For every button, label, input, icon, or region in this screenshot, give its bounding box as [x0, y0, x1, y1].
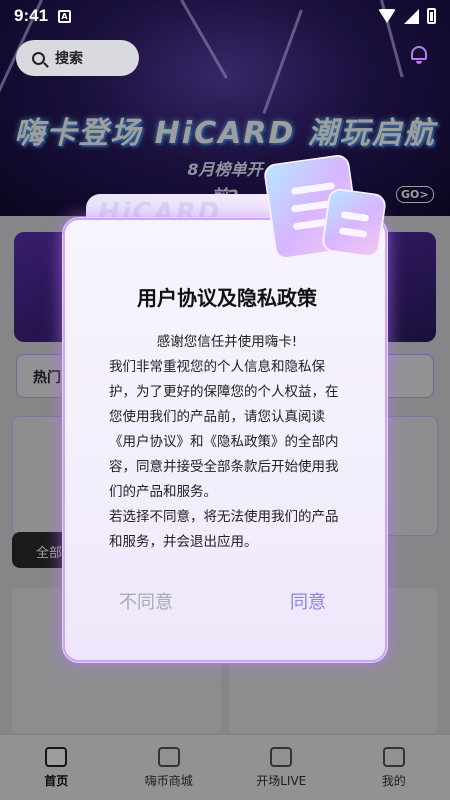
wifi-icon [378, 9, 396, 23]
search-label: 搜索 [55, 51, 83, 67]
search-button[interactable]: 搜索 [16, 40, 139, 76]
dialog-paragraph-2: 若选择不同意，将无法使用我们的产品和服务，并会退出应用。 [109, 509, 339, 550]
disagree-button[interactable]: 不同意 [65, 588, 227, 614]
dialog-paragraph-1: 我们非常重视您的个人信息和隐私保护，为了更好的保障您的个人权益，在您使用我们的产… [109, 359, 339, 500]
nfc-icon: A [58, 9, 72, 23]
privacy-dialog: 用户协议及隐私政策 感谢您信任并使用嗨卡! 我们非常重视您的个人信息和隐私保护，… [63, 218, 387, 662]
dialog-greeting: 感谢您信任并使用嗨卡! [156, 334, 298, 350]
dialog-title: 用户协议及隐私政策 [137, 286, 317, 310]
battery-icon [427, 8, 436, 24]
bell-icon[interactable] [410, 44, 428, 64]
signal-icon [404, 8, 419, 24]
document-icon [262, 153, 393, 263]
dialog-body: 感谢您信任并使用嗨卡! 我们非常重视您的个人信息和隐私保护，为了更好的保障您的个… [109, 330, 345, 555]
status-time: 9:41 [14, 6, 49, 25]
search-icon [32, 51, 45, 65]
status-bar: 9:41 A [0, 0, 450, 32]
agree-button[interactable]: 同意 [227, 588, 389, 614]
